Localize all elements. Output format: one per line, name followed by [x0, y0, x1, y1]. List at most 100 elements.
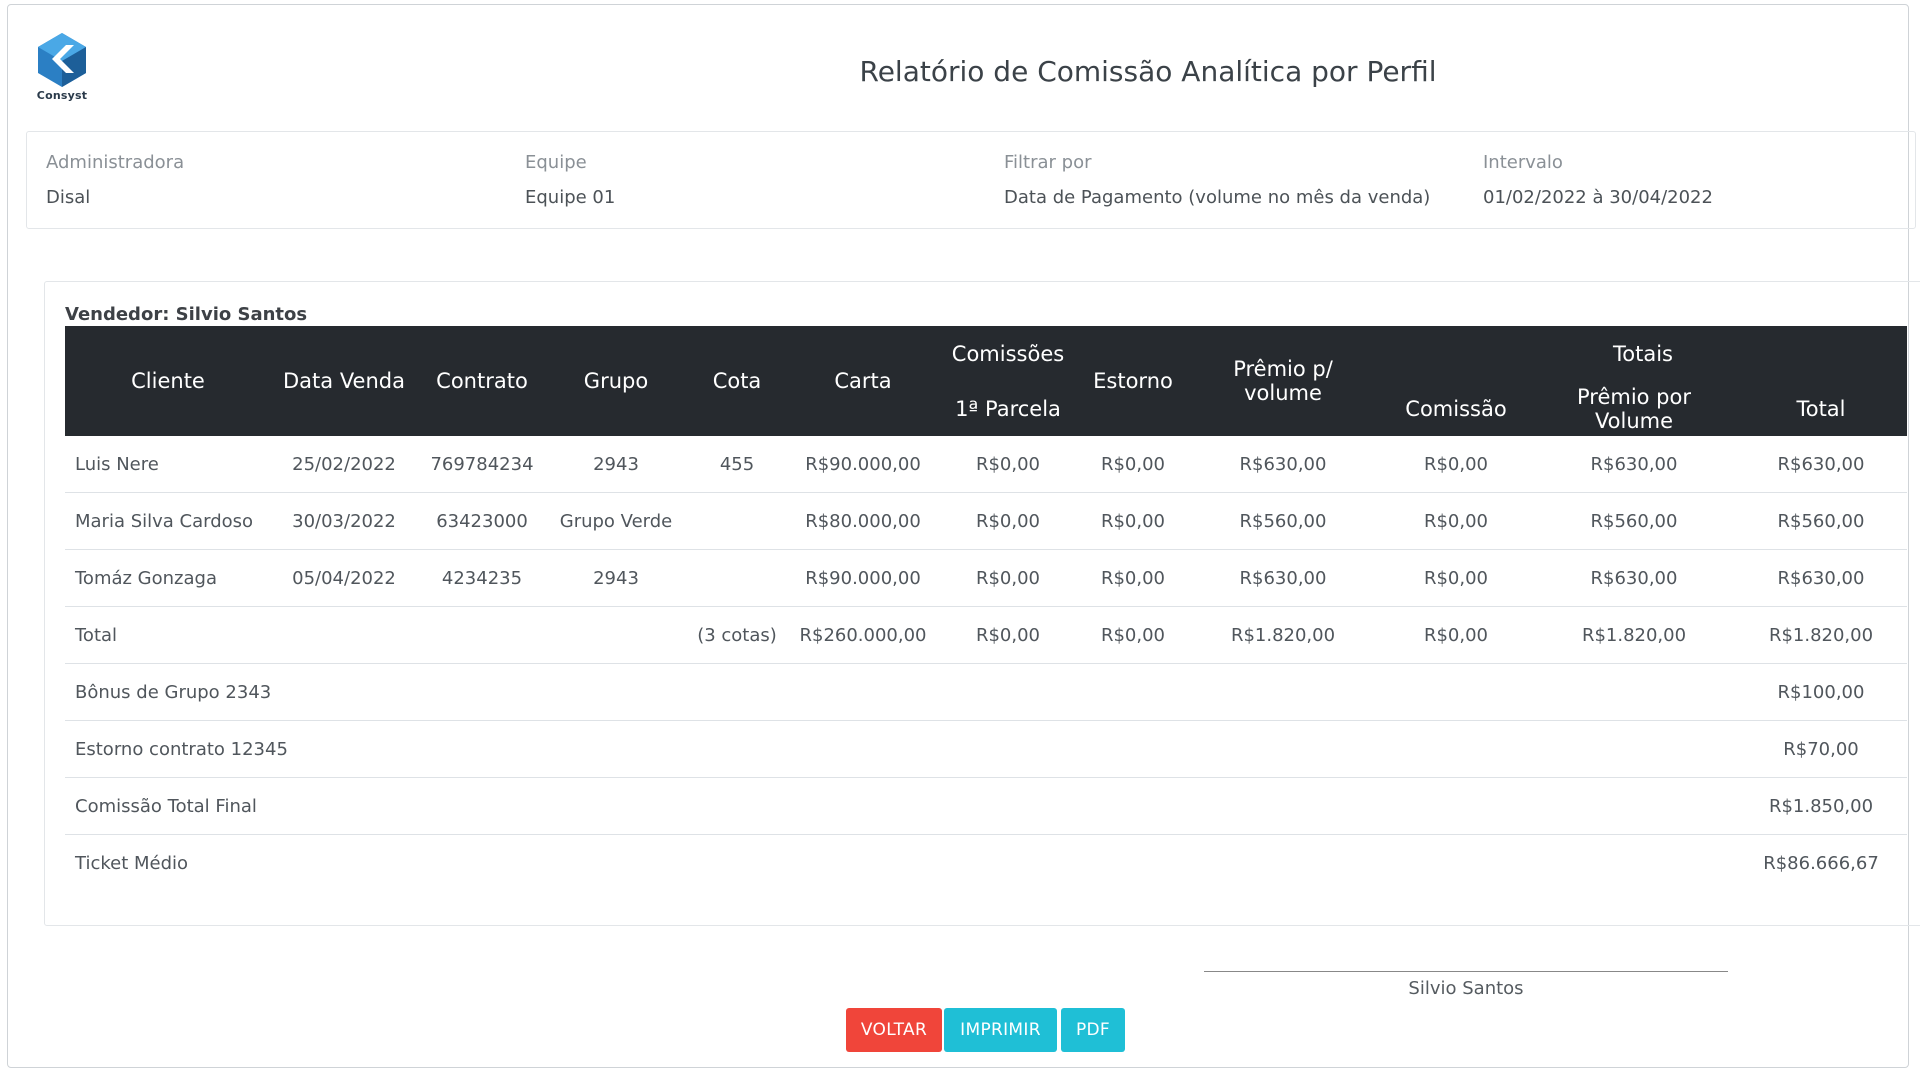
cell-total: R$630,00: [1735, 549, 1907, 607]
consyst-logo-icon: [38, 33, 86, 87]
filter-value: 01/02/2022 à 30/04/2022: [1483, 187, 1713, 208]
total-cotas: (3 cotas): [685, 606, 789, 664]
col-cota: Cota: [685, 326, 789, 436]
signature-line: [1204, 971, 1728, 972]
col-contrato: Contrato: [417, 326, 547, 436]
seller-name: Vendedor: Silvio Santos: [65, 304, 308, 325]
filter-intervalo: Intervalo 01/02/2022 à 30/04/2022: [1483, 152, 1713, 208]
filter-equipe: Equipe Equipe 01: [525, 152, 615, 208]
filter-value: Disal: [46, 187, 91, 208]
cell-carta: R$90.000,00: [789, 436, 937, 493]
summary-value: R$70,00: [1735, 720, 1907, 778]
summary-label: Comissão Total Final: [65, 777, 1735, 835]
total-premio: R$1.820,00: [1187, 606, 1379, 664]
filter-value: Data de Pagamento (volume no mês da vend…: [1004, 187, 1431, 208]
logo-text: Consyst: [36, 89, 88, 102]
filter-value: Equipe 01: [525, 187, 616, 208]
total-total: R$1.820,00: [1735, 606, 1907, 664]
summary-label: Ticket Médio: [75, 852, 189, 874]
filter-label: Administradora: [46, 152, 185, 173]
cell-premio: R$560,00: [1187, 492, 1379, 550]
cell-premio: R$630,00: [1187, 436, 1379, 493]
cell-cota: [685, 549, 789, 607]
filter-label: Filtrar por: [1004, 152, 1092, 173]
cell-premio-total: R$630,00: [1533, 436, 1735, 493]
imprimir-button[interactable]: IMPRIMIR: [944, 1008, 1057, 1052]
commission-report: Vendedor: Silvio Santos Cliente Data Ven…: [44, 281, 1920, 926]
cell-total: R$630,00: [1735, 436, 1907, 493]
summary-row-estorno: Estorno contrato 12345 R$70,00: [65, 720, 1907, 778]
cell-carta: R$80.000,00: [789, 492, 937, 550]
cell-data: 25/02/2022: [271, 436, 417, 493]
summary-row-comissao-final: Comissão Total Final R$1.850,00: [65, 777, 1907, 835]
col-estorno: Estorno: [1079, 326, 1187, 436]
total-premio-total: R$1.820,00: [1533, 606, 1735, 664]
table-row: Luis Nere 25/02/2022 769784234 2943 455 …: [65, 436, 1907, 493]
col-group-totais: Totais: [1379, 326, 1907, 381]
table-row: Tomáz Gonzaga 05/04/2022 4234235 2943 R$…: [65, 549, 1907, 607]
cell-parcela: R$0,00: [937, 436, 1079, 493]
col-group-comissoes: Comissões: [937, 326, 1079, 381]
pdf-button[interactable]: PDF: [1061, 1008, 1125, 1052]
total-label: Total: [65, 606, 685, 664]
table-header-row: Cliente Data Venda Contrato Grupo Cota C…: [65, 326, 1907, 436]
cell-contrato: 63423000: [417, 492, 547, 550]
col-total: Total: [1735, 381, 1907, 436]
summary-row-ticket-medio: Ticket Médio R$86.666,67: [65, 835, 1907, 892]
commission-table: Cliente Data Venda Contrato Grupo Cota C…: [65, 326, 1907, 891]
summary-value: R$1.850,00: [1735, 777, 1907, 835]
col-grupo: Grupo: [547, 326, 685, 436]
summary-value: R$100,00: [1735, 663, 1907, 721]
summary-row-bonus: Bônus de Grupo 2343 R$100,00: [65, 663, 1907, 721]
col-carta: Carta: [789, 326, 937, 436]
cell-comissao: R$0,00: [1379, 492, 1533, 550]
col-parcela-1: 1ª Parcela: [937, 381, 1079, 436]
cell-data: 30/03/2022: [271, 492, 417, 550]
cell-parcela: R$0,00: [937, 492, 1079, 550]
total-parcela: R$0,00: [937, 606, 1079, 664]
cell-carta: R$90.000,00: [789, 549, 937, 607]
col-premio-volume: Prêmio p/ volume: [1187, 326, 1379, 436]
cell-cliente: Tomáz Gonzaga: [65, 549, 271, 607]
voltar-button[interactable]: VOLTAR: [846, 1008, 942, 1052]
filter-administradora: Administradora Disal: [46, 152, 184, 208]
cell-premio: R$630,00: [1187, 549, 1379, 607]
cell-comissao: R$0,00: [1379, 549, 1533, 607]
summary-label: Estorno contrato 12345: [65, 720, 1735, 778]
table-row: Maria Silva Cardoso 30/03/2022 63423000 …: [65, 492, 1907, 550]
report-window: Consyst Relatório de Comissão Analítica …: [7, 4, 1920, 1068]
cell-grupo: 2943: [547, 549, 685, 607]
cell-grupo: Grupo Verde: [547, 492, 685, 550]
cell-estorno: R$0,00: [1079, 549, 1187, 607]
total-comissao: R$0,00: [1379, 606, 1533, 664]
total-estorno: R$0,00: [1079, 606, 1187, 664]
cell-parcela: R$0,00: [937, 549, 1079, 607]
cell-cota: 455: [685, 436, 789, 493]
total-carta: R$260.000,00: [789, 606, 937, 664]
consyst-logo: Consyst: [30, 31, 94, 107]
cell-grupo: 2943: [547, 436, 685, 493]
page-title: Relatório de Comissão Analítica por Perf…: [859, 55, 1437, 88]
cell-cota: [685, 492, 789, 550]
cell-cliente: Luis Nere: [65, 436, 271, 493]
total-row: Total (3 cotas) R$260.000,00 R$0,00 R$0,…: [65, 606, 1907, 664]
cell-comissao: R$0,00: [1379, 436, 1533, 493]
cell-estorno: R$0,00: [1079, 436, 1187, 493]
cell-contrato: 769784234: [417, 436, 547, 493]
summary-value: R$86.666,67: [1763, 852, 1879, 874]
signature-name: Silvio Santos: [1408, 978, 1524, 999]
cell-premio-total: R$630,00: [1533, 549, 1735, 607]
col-premio-por-volume: Prêmio por Volume: [1533, 381, 1735, 436]
cell-total: R$560,00: [1735, 492, 1907, 550]
filter-label: Equipe: [525, 152, 587, 173]
cell-contrato: 4234235: [417, 549, 547, 607]
col-data-venda: Data Venda: [271, 326, 417, 436]
cell-data: 05/04/2022: [271, 549, 417, 607]
summary-label: Bônus de Grupo 2343: [65, 663, 1735, 721]
filter-label: Intervalo: [1483, 152, 1563, 173]
col-cliente: Cliente: [65, 326, 271, 436]
col-comissao: Comissão: [1379, 381, 1533, 436]
cell-estorno: R$0,00: [1079, 492, 1187, 550]
filter-summary: Administradora Disal Equipe Equipe 01 Fi…: [26, 131, 1916, 229]
filter-filtrar-por: Filtrar por Data de Pagamento (volume no…: [1004, 152, 1430, 208]
